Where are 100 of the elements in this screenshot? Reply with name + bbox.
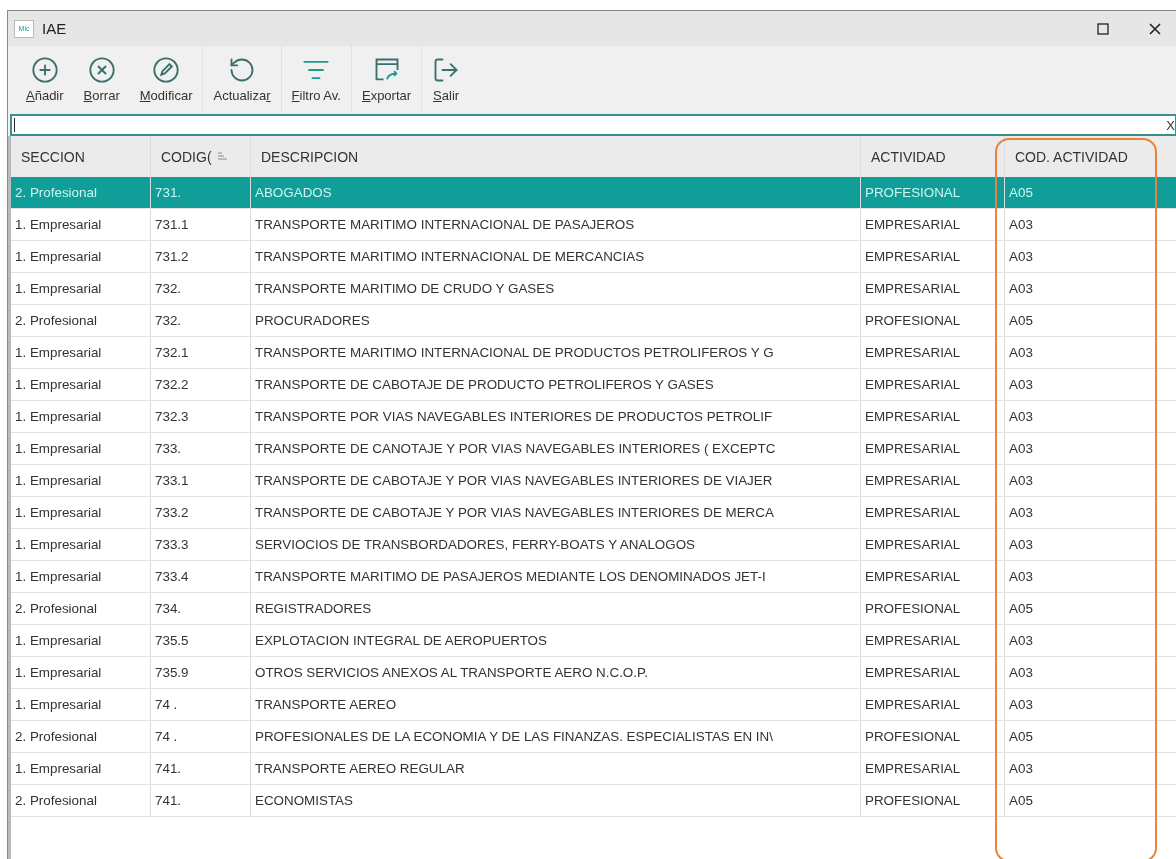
table-row[interactable]: 1. Empresarial 731.1 TRANSPORTE MARITIMO INTERNACIONAL DE PASAJEROS EMPRESARIAL A03	[11, 209, 1176, 241]
table-row[interactable]: 1. Empresarial 733.4 TRANSPORTE MARITIMO DE PASAJEROS MEDIANTE LOS DENOMINADOS JET-I EMPRESARIAL A03	[11, 561, 1176, 593]
toolbar-button[interactable]: Añadir	[16, 46, 74, 112]
table-cell: 733.3	[151, 529, 251, 560]
toolbar-button[interactable]: Borrar	[73, 46, 130, 112]
table-row[interactable]: 1. Empresarial 74 . TRANSPORTE AEREO EMPRESARIAL A03	[11, 689, 1176, 721]
table-cell: EMPRESARIAL	[861, 369, 1005, 400]
table-cell: A03	[1005, 241, 1176, 272]
table-cell: PROFESIONAL	[861, 593, 1005, 624]
table-cell: A03	[1005, 529, 1176, 560]
table-row[interactable]: 2. Profesional 741. ECONOMISTAS PROFESIONAL A05	[11, 785, 1176, 817]
table-cell: A03	[1005, 433, 1176, 464]
table-cell: EMPRESARIAL	[861, 241, 1005, 272]
table-row[interactable]: 1. Empresarial 733.2 TRANSPORTE DE CABOTAJE Y POR VIAS NAVEGABLES INTERIORES DE MERCA EMPRESARIAL A03	[11, 497, 1176, 529]
table-cell: ECONOMISTAS	[251, 785, 861, 816]
table-cell: 734.	[151, 593, 251, 624]
table-cell: REGISTRADORES	[251, 593, 861, 624]
maximize-icon[interactable]	[1097, 22, 1109, 35]
table-cell: A03	[1005, 369, 1176, 400]
table-cell: EMPRESARIAL	[861, 401, 1005, 432]
table-row[interactable]: 2. Profesional 74 . PROFESIONALES DE LA ECONOMIA Y DE LAS FINANZAS. ESPECIALISTAS EN IN\ PROFESIONAL A05	[11, 721, 1176, 753]
table-cell: 1. Empresarial	[11, 657, 151, 688]
table-cell: EMPRESARIAL	[861, 497, 1005, 528]
table-cell: EMPRESARIAL	[861, 209, 1005, 240]
table-cell: EMPRESARIAL	[861, 433, 1005, 464]
table-cell: EMPRESARIAL	[861, 625, 1005, 656]
table-cell: 1. Empresarial	[11, 465, 151, 496]
table-cell: PROFESIONALES DE LA ECONOMIA Y DE LAS FINANZAS. ESPECIALISTAS EN IN\	[251, 721, 861, 752]
table-cell: EXPLOTACION INTEGRAL DE AEROPUERTOS	[251, 625, 861, 656]
add-icon	[30, 55, 59, 84]
table-cell: TRANSPORTE MARITIMO INTERNACIONAL DE MERCANCIAS	[251, 241, 861, 272]
table-cell: 1. Empresarial	[11, 753, 151, 784]
table-cell: 733.	[151, 433, 251, 464]
table-row[interactable]: 1. Empresarial 731.2 TRANSPORTE MARITIMO INTERNACIONAL DE MERCANCIAS EMPRESARIAL A03	[11, 241, 1176, 273]
table-cell: A03	[1005, 401, 1176, 432]
table-cell: EMPRESARIAL	[861, 529, 1005, 560]
table-cell: A03	[1005, 497, 1176, 528]
table-cell: 1. Empresarial	[11, 337, 151, 368]
table-cell: 1. Empresarial	[11, 369, 151, 400]
table-cell: 74 .	[151, 689, 251, 720]
table-cell: 2. Profesional	[11, 305, 151, 336]
close-icon[interactable]	[1149, 22, 1161, 35]
table-cell: 733.4	[151, 561, 251, 592]
table-cell: PROFESIONAL	[861, 305, 1005, 336]
table-row[interactable]: 1. Empresarial 732.3 TRANSPORTE POR VIAS NAVEGABLES INTERIORES DE PRODUCTOS PETROLIF EMPRESARIAL A03	[11, 401, 1176, 433]
table-cell: EMPRESARIAL	[861, 273, 1005, 304]
table-cell: 731.	[151, 177, 251, 208]
table-row[interactable]: 2. Profesional 734. REGISTRADORES PROFESIONAL A05	[11, 593, 1176, 625]
toolbar-button[interactable]: Filtro Av.	[281, 46, 352, 112]
table-cell: A03	[1005, 689, 1176, 720]
table-row[interactable]: 1. Empresarial 733.1 TRANSPORTE DE CABOTAJE Y POR VIAS NAVEGABLES INTERIORES DE VIAJER EMPRESARIAL A03	[11, 465, 1176, 497]
table-cell: 741.	[151, 753, 251, 784]
table-cell: 733.2	[151, 497, 251, 528]
table-cell: PROFESIONAL	[861, 721, 1005, 752]
table-cell: TRANSPORTE DE CABOTAJE Y POR VIAS NAVEGABLES INTERIORES DE VIAJER	[251, 465, 861, 496]
table-cell: TRANSPORTE POR VIAS NAVEGABLES INTERIORES DE PRODUCTOS PETROLIF	[251, 401, 861, 432]
table-cell: TRANSPORTE MARITIMO INTERNACIONAL DE PRODUCTOS PETROLIFEROS Y G	[251, 337, 861, 368]
table-cell: 741.	[151, 785, 251, 816]
table-cell: 1. Empresarial	[11, 561, 151, 592]
table-cell: 2. Profesional	[11, 593, 151, 624]
table-cell: TRANSPORTE DE CABOTAJE Y POR VIAS NAVEGABLES INTERIORES DE MERCA	[251, 497, 861, 528]
table-cell: TRANSPORTE MARITIMO INTERNACIONAL DE PASAJEROS	[251, 209, 861, 240]
clear-button[interactable]: X	[1166, 117, 1175, 133]
table-cell: EMPRESARIAL	[861, 689, 1005, 720]
table-row[interactable]: 2. Profesional 732. PROCURADORES PROFESIONAL A05	[11, 305, 1176, 337]
table-row[interactable]: 1. Empresarial 735.5 EXPLOTACION INTEGRAL DE AEROPUERTOS EMPRESARIAL A03	[11, 625, 1176, 657]
table-cell: TRANSPORTE DE CANOTAJE Y POR VIAS NAVEGABLES INTERIORES ( EXCEPTC	[251, 433, 861, 464]
table-row[interactable]: 1. Empresarial 732.1 TRANSPORTE MARITIMO INTERNACIONAL DE PRODUCTOS PETROLIFEROS Y G EMPRESARIAL A03	[11, 337, 1176, 369]
table-cell: 1. Empresarial	[11, 689, 151, 720]
table-row[interactable]: 1. Empresarial 741. TRANSPORTE AEREO REGULAR EMPRESARIAL A03	[11, 753, 1176, 785]
table-cell: 733.1	[151, 465, 251, 496]
search-field[interactable]: X	[10, 114, 1176, 136]
table-cell: OTROS SERVICIOS ANEXOS AL TRANSPORTE AERO N.C.O.P.	[251, 657, 861, 688]
table-cell: A05	[1005, 305, 1176, 336]
table-cell: TRANSPORTE AEREO	[251, 689, 861, 720]
table-cell: 731.1	[151, 209, 251, 240]
table-cell: EMPRESARIAL	[861, 753, 1005, 784]
table-cell: 1. Empresarial	[11, 241, 151, 272]
toolbar-button[interactable]: Modificar	[129, 46, 204, 112]
table-cell: 732.2	[151, 369, 251, 400]
table-cell: A03	[1005, 625, 1176, 656]
table-row[interactable]: 1. Empresarial 733. TRANSPORTE DE CANOTAJE Y POR VIAS NAVEGABLES INTERIORES ( EXCEPTC EMPRESARIAL A03	[11, 433, 1176, 465]
table-cell: 1. Empresarial	[11, 433, 151, 464]
table-cell: TRANSPORTE DE CABOTAJE DE PRODUCTO PETROLIFEROS Y GASES	[251, 369, 861, 400]
table-cell: 731.2	[151, 241, 251, 272]
toolbar-button[interactable]: Actualizar	[203, 46, 282, 112]
table-row[interactable]: 1. Empresarial 732.2 TRANSPORTE DE CABOTAJE DE PRODUCTO PETROLIFEROS Y GASES EMPRESARIAL A03	[11, 369, 1176, 401]
toolbar-button[interactable]: Exportar	[351, 46, 423, 112]
table-row[interactable]: 1. Empresarial 735.9 OTROS SERVICIOS ANEXOS AL TRANSPORTE AERO N.C.O.P. EMPRESARIAL A03	[11, 657, 1176, 689]
toolbar-button[interactable]: Salir	[422, 46, 471, 112]
table-cell: A03	[1005, 753, 1176, 784]
table-row[interactable]: 1. Empresarial 733.3 SERVIOCIOS DE TRANSBORDADORES, FERRY-BOATS Y ANALOGOS EMPRESARIAL A03	[11, 529, 1176, 561]
table-cell: A03	[1005, 561, 1176, 592]
table-cell: 1. Empresarial	[11, 273, 151, 304]
table-cell: A05	[1005, 177, 1176, 208]
window-title: IAE	[42, 20, 68, 37]
table-cell: EMPRESARIAL	[861, 337, 1005, 368]
table-cell: A05	[1005, 721, 1176, 752]
table-cell: 1. Empresarial	[11, 209, 151, 240]
table-row[interactable]: 1. Empresarial 732. TRANSPORTE MARITIMO DE CRUDO Y GASES EMPRESARIAL A03	[11, 273, 1176, 305]
